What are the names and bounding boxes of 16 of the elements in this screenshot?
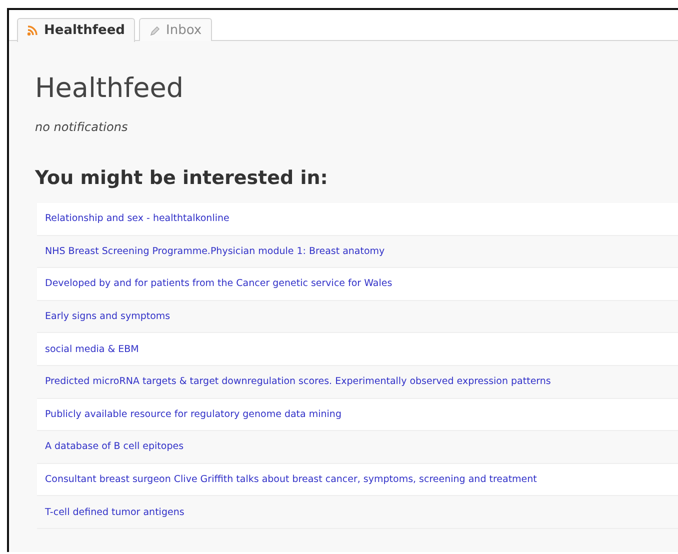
- section-heading: You might be interested in:: [35, 167, 329, 189]
- resource-link[interactable]: Early signs and symptoms: [45, 311, 170, 322]
- resource-link[interactable]: Consultant breast surgeon Clive Griffith talks about breast cancer, symptoms, screening and treatment: [45, 474, 537, 486]
- page-title: Healthfeed: [35, 73, 185, 104]
- resource-link[interactable]: Relationship and sex - healthtalkonline: [45, 213, 230, 224]
- resource-link[interactable]: Publicly available resource for regulatory genome data mining: [45, 408, 342, 420]
- resource-link[interactable]: Developed by and for patients from the Cancer genetic service for Wales: [45, 278, 392, 290]
- resource-link[interactable]: T-cell defined tumor antigens: [45, 506, 184, 518]
- rss-icon: [27, 25, 38, 36]
- resource-link[interactable]: Predicted microRNA targets & target downregulation scores. Experimentally observed expression patterns: [45, 376, 551, 388]
- pen-icon: [149, 24, 160, 36]
- resource-link[interactable]: A database of B cell epitopes: [45, 441, 184, 452]
- resource-link[interactable]: NHS Breast Screening Programme.Physician module 1: Breast anatomy: [45, 246, 385, 257]
- resource-link[interactable]: social media & EBM: [45, 344, 139, 355]
- tab[interactable]: Healthfeed: [17, 18, 135, 42]
- notification-status: no notifications: [35, 120, 129, 134]
